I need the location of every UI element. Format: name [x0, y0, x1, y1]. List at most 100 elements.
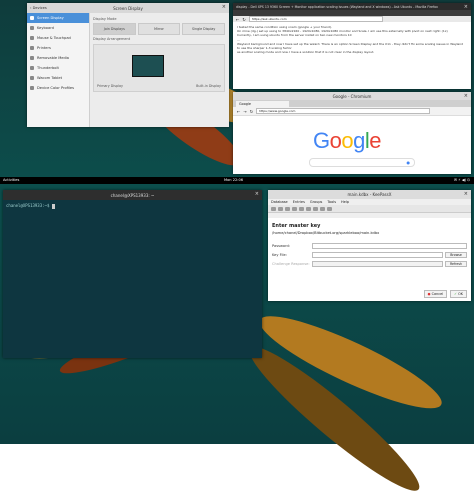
- tablet-icon: [30, 76, 34, 80]
- sidebar-item-label: Screen Display: [37, 16, 64, 20]
- lock-icon[interactable]: [327, 206, 332, 211]
- copy-username-icon[interactable]: [313, 206, 318, 211]
- post-line: as another scaling mode and now. I have …: [237, 50, 375, 55]
- sidebar-item-thunderbolt[interactable]: Thunderbolt: [27, 63, 89, 73]
- logo-letter: g: [353, 128, 365, 153]
- post-line: Wayland background and now I have set up…: [237, 41, 464, 51]
- chromium-titlebar[interactable]: Google - Chromium ×: [233, 92, 471, 100]
- save-database-icon[interactable]: [285, 206, 290, 211]
- logo-letter: e: [369, 128, 382, 153]
- unlock-panel: Enter master key /home/chanel/Dropbox/Bi…: [268, 218, 471, 301]
- sidebar-item-label: Wacom Tablet: [37, 76, 63, 80]
- new-database-icon[interactable]: [271, 206, 276, 211]
- keyfile-label: Key File:: [272, 253, 287, 257]
- password-input[interactable]: [312, 243, 467, 249]
- keyfile-row: Key File: Browse: [272, 252, 467, 258]
- terminal-window: chanel@XPS13933: ~ × chanel@XPS13933:~$: [3, 190, 262, 358]
- sidebar-item-label: Keyboard: [37, 26, 54, 30]
- arrangement-heading: Display Arrangement: [93, 37, 131, 41]
- keyboard-icon: [30, 26, 34, 30]
- terminal-cursor: [51, 203, 55, 209]
- delete-entry-icon[interactable]: [306, 206, 311, 211]
- keyfile-input[interactable]: [312, 252, 443, 258]
- chromium-window: Google - Chromium × Google ← → ↻ https:/…: [233, 92, 471, 174]
- firefox-window: display - Dell XPS 13 9360 Screen + Moni…: [233, 3, 471, 89]
- printer-icon: [30, 46, 34, 50]
- ok-icon: ✓: [454, 292, 458, 296]
- sidebar-item-screen-display[interactable]: Screen Display: [27, 13, 89, 23]
- reload-icon[interactable]: ↻: [250, 109, 253, 114]
- builtin-display-label[interactable]: Built-in Display: [196, 84, 221, 88]
- keepassx-toolbar: [268, 205, 471, 213]
- refresh-row: Challenge Response: Refresh: [272, 261, 467, 267]
- close-icon[interactable]: ×: [222, 4, 226, 10]
- mode-mirror[interactable]: Mirror: [137, 23, 181, 35]
- menu-entries[interactable]: Entries: [293, 200, 305, 204]
- challenge-select[interactable]: [312, 261, 443, 267]
- reload-icon[interactable]: ↻: [242, 17, 245, 22]
- mode-join-displays[interactable]: Join Displays: [93, 23, 136, 35]
- sidebar-item-keyboard[interactable]: Keyboard: [27, 23, 89, 33]
- chromium-navbar: ← → ↻ https://www.google.com: [233, 107, 471, 116]
- edit-entry-icon[interactable]: [299, 206, 304, 211]
- menu-tools[interactable]: Tools: [327, 200, 336, 204]
- mouse-icon: [30, 36, 34, 40]
- close-icon[interactable]: ×: [464, 4, 468, 10]
- activities-button[interactable]: Activities: [3, 178, 19, 182]
- display-mode-options: Join Displays Mirror Single Display: [93, 23, 226, 35]
- close-icon[interactable]: ×: [464, 93, 468, 99]
- sidebar-item-printers[interactable]: Printers: [27, 43, 89, 53]
- microphone-icon[interactable]: ●: [407, 160, 411, 165]
- display-icon: [30, 16, 34, 20]
- sidebar-item-color-profiles[interactable]: Device Color Profiles: [27, 83, 89, 93]
- terminal-prompt: chanel@XPS13933:~$: [6, 203, 52, 208]
- ok-label: OK: [458, 292, 463, 296]
- menu-help[interactable]: Help: [341, 200, 349, 204]
- open-database-icon[interactable]: [278, 206, 283, 211]
- mode-single-display[interactable]: Single Display: [182, 23, 226, 35]
- sidebar-item-mouse[interactable]: Mouse & Touchpad: [27, 33, 89, 43]
- add-entry-icon[interactable]: [292, 206, 297, 211]
- ok-button[interactable]: ✓ OK: [450, 290, 467, 298]
- arrangement-area: Primary Display Built-in Display: [93, 44, 225, 92]
- keepassx-title: main.kdbx - KeePassX: [347, 192, 392, 197]
- primary-display-label: Primary Display: [97, 84, 123, 88]
- sidebar-item-label: Thunderbolt: [37, 66, 59, 70]
- settings-titlebar[interactable]: ‹ Devices Screen Display ×: [27, 3, 229, 13]
- cancel-button[interactable]: ● Cancel: [423, 290, 448, 298]
- close-icon[interactable]: ×: [255, 191, 259, 197]
- menu-database[interactable]: Database: [271, 200, 288, 204]
- clock[interactable]: Mon 22:06: [224, 178, 243, 182]
- chromium-address-bar[interactable]: https://www.google.com: [256, 108, 431, 114]
- refresh-button[interactable]: Refresh: [445, 261, 467, 267]
- color-icon: [30, 86, 34, 90]
- copy-password-icon[interactable]: [320, 206, 325, 211]
- google-search-input[interactable]: ●: [309, 158, 415, 167]
- keepassx-titlebar[interactable]: main.kdbx - KeePassX ×: [268, 190, 471, 199]
- sidebar-item-label: Removable Media: [37, 56, 70, 60]
- back-button[interactable]: ‹ Devices: [30, 6, 47, 10]
- forward-icon[interactable]: →: [243, 109, 246, 114]
- display-panel: Display Mode Join Displays Mirror Single…: [93, 15, 226, 127]
- firefox-address-bar[interactable]: https://ask.ubuntu.com: [248, 16, 383, 22]
- back-icon[interactable]: ←: [236, 17, 239, 22]
- settings-window: ‹ Devices Screen Display × Screen Displa…: [27, 3, 229, 127]
- back-icon[interactable]: ←: [237, 109, 240, 114]
- sidebar-item-wacom[interactable]: Wacom Tablet: [27, 73, 89, 83]
- thunderbolt-icon: [30, 66, 34, 70]
- logo-letter: o: [341, 128, 354, 153]
- tab-google[interactable]: Google: [236, 101, 289, 107]
- browse-button[interactable]: Browse: [445, 252, 467, 258]
- terminal-titlebar[interactable]: chanel@XPS13933: ~ ×: [3, 190, 262, 200]
- terminal-output[interactable]: chanel@XPS13933:~$: [3, 200, 262, 212]
- gnome-top-bar: Activities Mon 22:06 ✉ ⚡ ◀) ⏻: [0, 177, 474, 184]
- close-icon[interactable]: ×: [464, 191, 468, 197]
- menu-groups[interactable]: Groups: [310, 200, 322, 204]
- sidebar-item-removable-media[interactable]: Removable Media: [27, 53, 89, 63]
- logo-letter: o: [329, 128, 342, 153]
- system-tray[interactable]: ✉ ⚡ ◀) ⏻: [454, 178, 470, 182]
- keepassx-window: main.kdbx - KeePassX × Database Entries …: [268, 190, 471, 301]
- sidebar-item-label: Device Color Profiles: [37, 86, 75, 90]
- firefox-titlebar[interactable]: display - Dell XPS 13 9360 Screen + Moni…: [233, 3, 471, 10]
- monitor-thumbnail[interactable]: [132, 55, 164, 77]
